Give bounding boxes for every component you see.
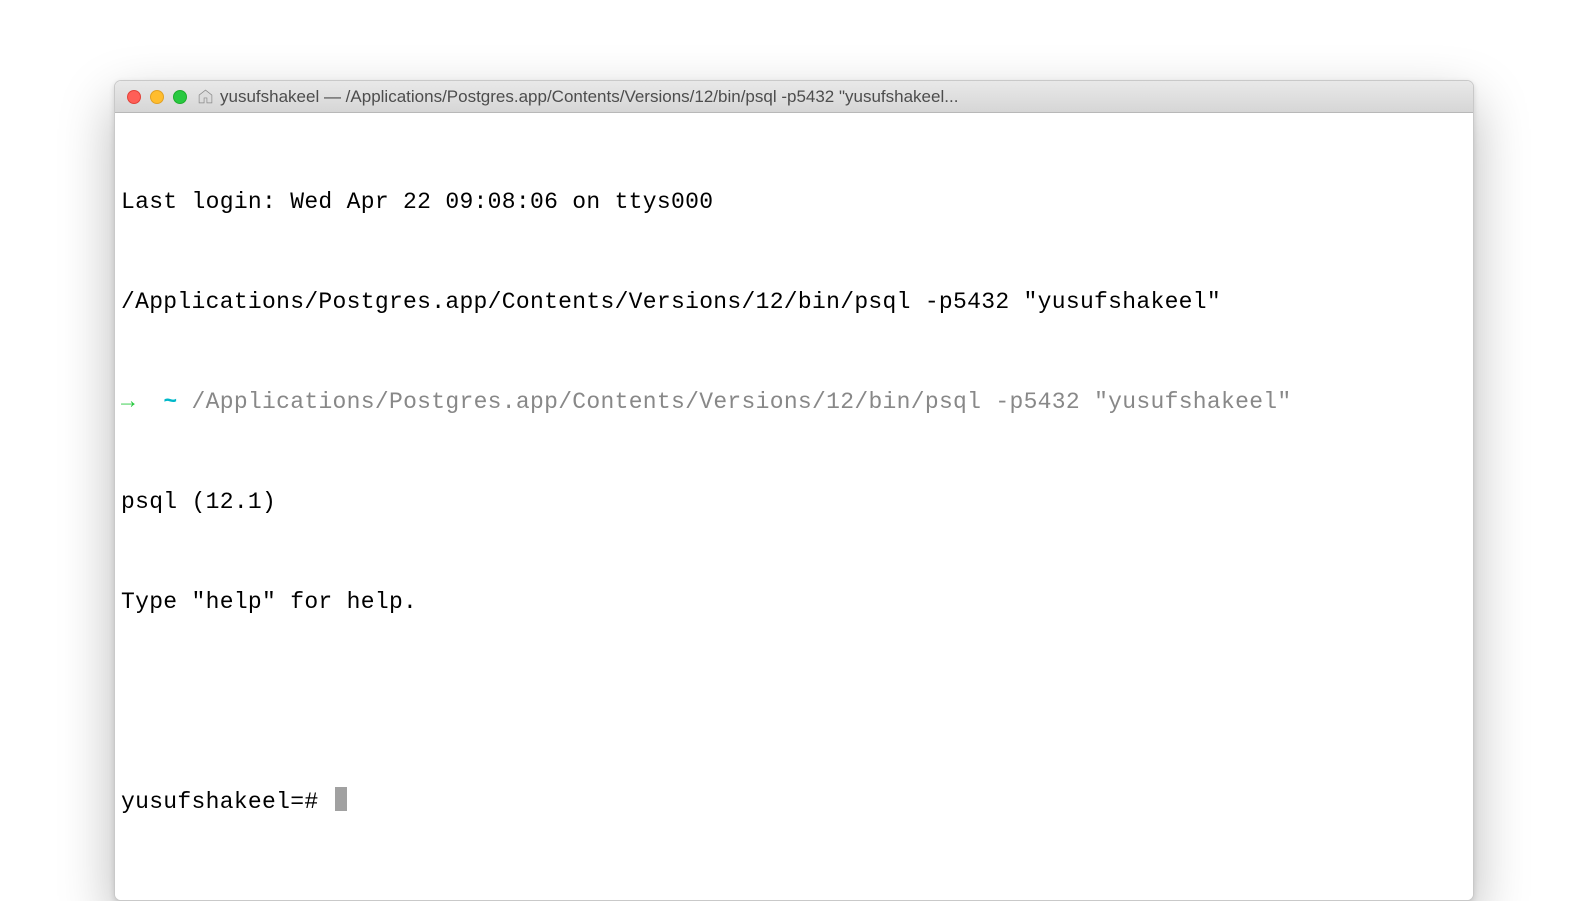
prompt-tilde: ~	[149, 389, 191, 415]
terminal-body[interactable]: Last login: Wed Apr 22 09:08:06 on ttys0…	[115, 113, 1473, 900]
terminal-blank-line	[121, 686, 1467, 719]
terminal-line-last-login: Last login: Wed Apr 22 09:08:06 on ttys0…	[121, 186, 1467, 219]
psql-prompt: yusufshakeel=#	[121, 789, 333, 815]
terminal-psql-prompt-line: yusufshakeel=#	[121, 786, 1467, 819]
terminal-line-prompt: → ~ /Applications/Postgres.app/Contents/…	[121, 386, 1467, 419]
home-folder-icon	[197, 88, 214, 105]
prompt-arrow-icon: →	[121, 389, 149, 415]
terminal-line-help: Type "help" for help.	[121, 586, 1467, 619]
window-title: yusufshakeel — /Applications/Postgres.ap…	[220, 87, 1461, 107]
title-bar: yusufshakeel — /Applications/Postgres.ap…	[115, 81, 1473, 113]
traffic-lights	[127, 90, 187, 104]
close-button[interactable]	[127, 90, 141, 104]
terminal-line-psql-version: psql (12.1)	[121, 486, 1467, 519]
cursor-icon	[335, 787, 347, 811]
prompt-command: /Applications/Postgres.app/Contents/Vers…	[192, 389, 1292, 415]
terminal-line-path: /Applications/Postgres.app/Contents/Vers…	[121, 286, 1467, 319]
terminal-window: yusufshakeel — /Applications/Postgres.ap…	[114, 80, 1474, 901]
maximize-button[interactable]	[173, 90, 187, 104]
minimize-button[interactable]	[150, 90, 164, 104]
